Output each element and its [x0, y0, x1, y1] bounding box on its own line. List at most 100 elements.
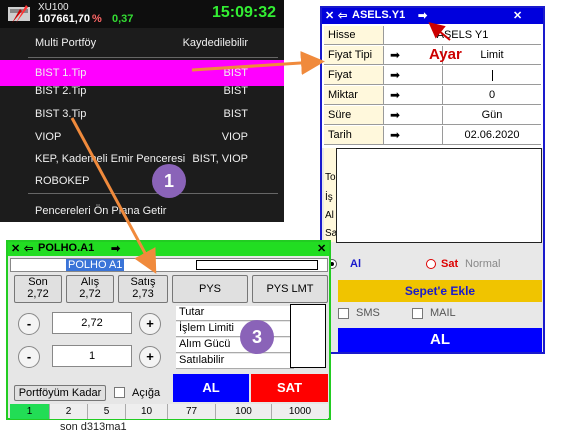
info-label-letter: To [325, 172, 336, 183]
arrow-right-icon: ➡ [390, 48, 401, 62]
lot-option[interactable]: 2 [50, 404, 88, 419]
info-value-box [290, 304, 326, 368]
lot-option[interactable]: 77 [168, 404, 216, 419]
menu-item-label: ROBOKEP [35, 175, 90, 187]
context-menu: XU100 107661,70 % 0,37 15:09:32 Multi Po… [0, 0, 284, 222]
arrow-right-icon: ➡ [390, 108, 401, 122]
menu-item-label: BIST 3.Tip [35, 108, 87, 120]
form-row-fiyat: Fiyat ➡ [324, 66, 541, 85]
menu-item-label: BIST 2.Tip [35, 85, 87, 97]
menu-item-multi-portfoy[interactable]: Multi Portföy Kaydedilebilir [0, 30, 284, 56]
arrow-right-icon: ➡ [390, 68, 401, 82]
ticker-value: 107661,70 [38, 13, 90, 25]
sell-button[interactable]: SAT [251, 374, 328, 402]
symbol-field[interactable]: POLHO A1 [66, 259, 125, 271]
last-price-button[interactable]: Son 2,72 [14, 275, 62, 303]
lot-option[interactable]: 100 [216, 404, 272, 419]
quantity-input[interactable]: 1 [52, 345, 132, 367]
sell-radio[interactable] [426, 259, 436, 269]
buy-button[interactable]: AL [338, 328, 542, 352]
menu-divider [28, 193, 278, 194]
close-icon[interactable]: ✕ [317, 242, 326, 255]
form-row-miktar: Miktar ➡ 0 [324, 86, 541, 105]
price-input[interactable]: 2,72 [52, 312, 132, 334]
info-row-label: Alım Gücü [179, 338, 231, 350]
buy-radio-label: Al [350, 258, 361, 270]
lot-option[interactable]: 10 [126, 404, 168, 419]
menu-item-shortcut: Kaydedilebilir [182, 37, 248, 49]
ticker-percent-sign: % [92, 13, 102, 25]
arrow-right-icon: ➡ [390, 88, 401, 102]
lot-option[interactable]: 5 [88, 404, 126, 419]
ticker-time: 15:09:32 [212, 4, 277, 21]
ticker-symbol: XU100 [38, 2, 69, 13]
add-to-basket-button[interactable]: Sepet'e Ekle [338, 280, 542, 302]
quantity-field[interactable]: 0 [442, 86, 541, 104]
quote-value: 2,72 [79, 288, 101, 300]
info-label-letter: İş [325, 192, 333, 203]
form-label: Fiyat [324, 66, 384, 84]
polho-order-window: ✕ ⇦ POLHO.A1 ➡ ✕ POLHO A1 Son 2,72 Alış … [6, 240, 331, 420]
sell-radio-label: Sat [441, 258, 459, 270]
close-icon[interactable]: ✕ [11, 242, 20, 255]
price-field[interactable] [442, 66, 541, 84]
menu-item-robokep[interactable]: ROBOKEP [0, 168, 284, 194]
quantity-decrement-button[interactable]: - [18, 346, 40, 368]
info-row-islem-limiti: İşlem Limiti [176, 322, 294, 337]
menu-item-label: Multi Portföy [35, 37, 97, 49]
my-portfolio-button[interactable]: Portföyüm Kadar [14, 385, 106, 401]
price-increment-button[interactable]: + [139, 313, 161, 335]
step-badge-1: 1 [152, 164, 186, 198]
info-panel [336, 148, 542, 243]
close-icon[interactable]: ✕ [513, 9, 522, 22]
pys-lmt-button[interactable]: PYS LMT [252, 275, 328, 303]
mail-label: MAIL [430, 307, 456, 319]
date-field[interactable]: 02.06.2020 [442, 126, 541, 144]
depth-field [196, 260, 318, 270]
quote-label: Alış [80, 276, 100, 288]
menu-item-bring-windows-front[interactable]: Pencereleri Ön Plana Getir [0, 198, 284, 224]
text-cursor [491, 69, 493, 81]
form-label: Süre [324, 106, 384, 124]
pys-button[interactable]: PYS [172, 275, 248, 303]
lot-option[interactable]: 1 [10, 404, 50, 419]
form-label: Fiyat Tipi [324, 46, 384, 64]
info-row-label: Tutar [179, 306, 205, 318]
price-decrement-button[interactable]: - [18, 313, 40, 335]
info-row-tutar: Tutar [176, 306, 294, 321]
sms-checkbox[interactable] [338, 308, 349, 319]
arrow-right-icon[interactable]: ➡ [418, 9, 427, 22]
buy-button[interactable]: AL [173, 374, 249, 402]
menu-divider [28, 57, 278, 58]
form-label: Tarih [324, 126, 384, 144]
bid-price-button[interactable]: Alış 2,72 [66, 275, 114, 303]
ticker-change: 0,37 [112, 13, 134, 25]
arrow-left-icon[interactable]: ⇦ [338, 9, 347, 22]
arrow-right-icon: ➡ [390, 128, 401, 142]
stock-field[interactable]: ASELS Y1 [384, 26, 541, 44]
info-row-label: İşlem Limiti [179, 322, 235, 334]
order-mode-label: Normal [465, 258, 501, 270]
duration-field[interactable]: Gün [442, 106, 541, 124]
mail-checkbox[interactable] [412, 308, 423, 319]
arrow-right-icon[interactable]: ➡ [111, 242, 120, 255]
asels-window-titlebar[interactable]: ✕ ⇦ ASELS.Y1 ➡ ✕ [322, 8, 543, 24]
ask-price-button[interactable]: Satış 2,73 [118, 275, 168, 303]
info-row-label: Satılabilir [179, 354, 225, 366]
order-form-grid: Hisse ASELS Y1 Fiyat Tipi ➡ Limit Fiyat … [322, 24, 543, 148]
quantity-increment-button[interactable]: + [139, 346, 161, 368]
form-row-tarih: Tarih ➡ 02.06.2020 [324, 126, 541, 145]
index-ticker: XU100 107661,70 % 0,37 15:09:32 [0, 0, 284, 28]
menu-item-label: Pencereleri Ön Plana Getir [35, 205, 167, 217]
sms-label: SMS [356, 307, 380, 319]
polho-window-titlebar[interactable]: ✕ ⇦ POLHO.A1 ➡ ✕ [8, 242, 329, 256]
polho-window-title: POLHO.A1 [38, 242, 95, 254]
info-label-strip: To İş Al Sa [324, 148, 337, 242]
form-row-hisse: Hisse ASELS Y1 [324, 26, 541, 45]
info-label-letter: Al [325, 210, 334, 221]
short-sell-checkbox[interactable] [114, 387, 125, 398]
quote-value: 2,73 [132, 288, 154, 300]
arrow-left-icon[interactable]: ⇦ [24, 242, 33, 255]
lot-option[interactable]: 1000 [272, 404, 328, 419]
close-icon[interactable]: ✕ [325, 9, 334, 22]
